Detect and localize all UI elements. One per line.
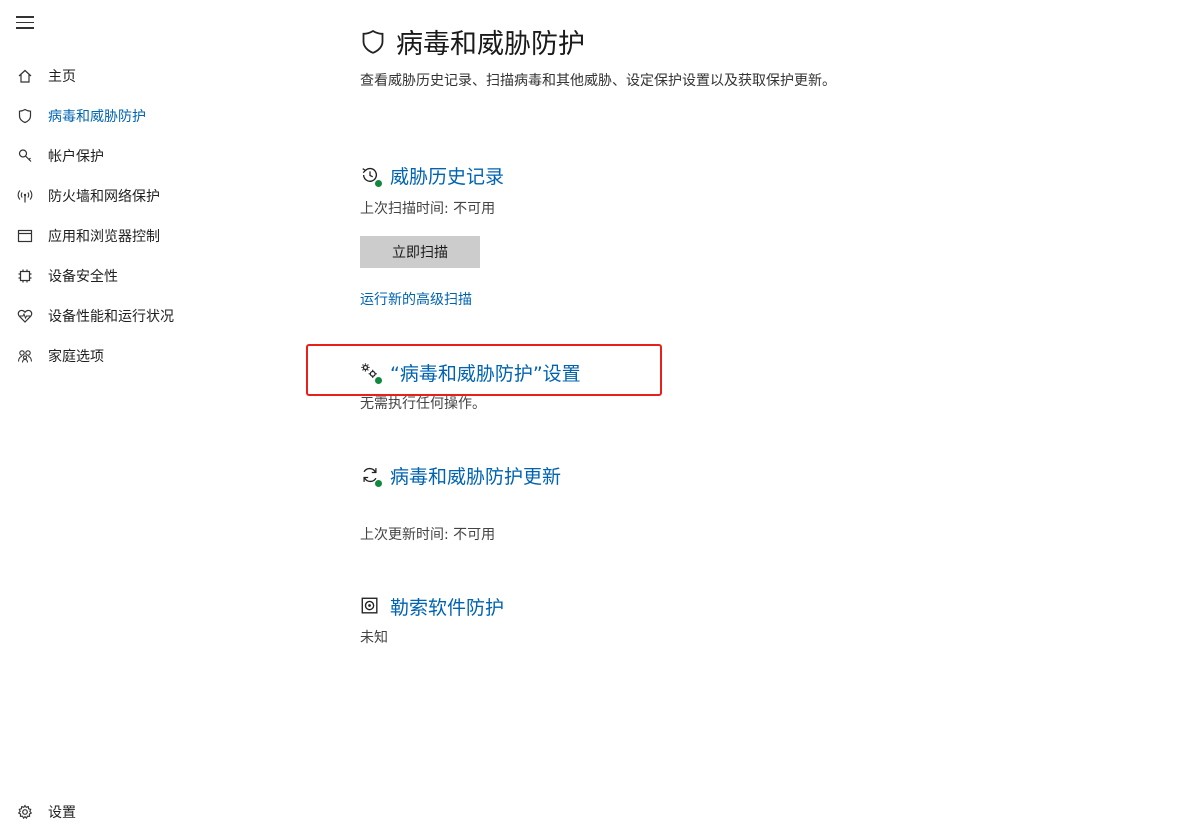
status-ok-badge xyxy=(374,478,383,488)
sidebar-item-firewall[interactable]: 防火墙和网络保护 xyxy=(0,176,300,216)
sidebar-item-app-browser-control[interactable]: 应用和浏览器控制 xyxy=(0,216,300,256)
sidebar-item-label: 病毒和威胁防护 xyxy=(48,109,146,125)
sidebar-item-home[interactable]: 主页 xyxy=(0,56,300,96)
sidebar-item-virus-protection[interactable]: 病毒和威胁防护 xyxy=(0,96,300,136)
advanced-scan-link[interactable]: 运行新的高级扫描 xyxy=(360,289,472,309)
refresh-icon xyxy=(360,465,383,488)
ransomware-vault-icon xyxy=(360,596,382,618)
protection-settings-header: “病毒和威胁防护”设置 xyxy=(360,359,581,386)
sidebar: 主页 病毒和威胁防护 帐户保护 防火墙和网络保护 应用和浏览器控制 设备安全性 … xyxy=(0,0,300,840)
sidebar-item-settings[interactable]: 设置 xyxy=(0,792,76,832)
sidebar-item-label: 应用和浏览器控制 xyxy=(48,229,160,245)
sidebar-item-label: 家庭选项 xyxy=(48,349,104,365)
sidebar-item-label: 帐户保护 xyxy=(48,149,104,165)
page-description: 查看威胁历史记录、扫描病毒和其他威胁、设定保护设置以及获取保护更新。 xyxy=(360,73,836,89)
threat-history-header: 威胁历史记录 xyxy=(360,162,504,189)
sidebar-item-label: 防火墙和网络保护 xyxy=(48,189,160,205)
protection-settings-link[interactable]: “病毒和威胁防护”设置 xyxy=(390,359,581,386)
quick-scan-button[interactable]: 立即扫描 xyxy=(360,236,480,268)
shield-icon xyxy=(16,107,34,125)
wifi-antenna-icon xyxy=(16,187,34,205)
last-scan-text: 上次扫描时间: 不可用 xyxy=(360,201,496,217)
chip-icon xyxy=(16,267,34,285)
home-icon xyxy=(16,67,34,85)
protection-updates-link[interactable]: 病毒和威胁防护更新 xyxy=(390,462,561,489)
family-icon xyxy=(16,347,34,365)
threat-history-link[interactable]: 威胁历史记录 xyxy=(390,162,504,189)
shield-icon xyxy=(362,29,384,54)
sidebar-nav: 主页 病毒和威胁防护 帐户保护 防火墙和网络保护 应用和浏览器控制 设备安全性 … xyxy=(0,56,300,376)
history-clock-icon xyxy=(360,165,383,188)
sidebar-item-account-protection[interactable]: 帐户保护 xyxy=(0,136,300,176)
browser-window-icon xyxy=(16,227,34,245)
protection-updates-header: 病毒和威胁防护更新 xyxy=(360,462,561,489)
sidebar-item-label: 设备性能和运行状况 xyxy=(48,309,174,325)
gears-icon xyxy=(360,362,383,385)
sidebar-item-family-options[interactable]: 家庭选项 xyxy=(0,336,300,376)
status-ok-badge xyxy=(374,375,383,385)
gear-icon xyxy=(16,803,34,821)
sidebar-item-label: 设备安全性 xyxy=(48,269,118,285)
page-header: 病毒和威胁防护 xyxy=(360,22,585,61)
settings-status-text: 无需执行任何操作。 xyxy=(360,396,486,412)
ransomware-status-text: 未知 xyxy=(360,630,388,646)
page-title: 病毒和威胁防护 xyxy=(396,29,585,60)
ransomware-header: 勒索软件防护 xyxy=(360,593,504,620)
sidebar-item-device-security[interactable]: 设备安全性 xyxy=(0,256,300,296)
sidebar-item-label: 设置 xyxy=(48,805,76,821)
sidebar-item-device-health[interactable]: 设备性能和运行状况 xyxy=(0,296,300,336)
person-key-icon xyxy=(16,147,34,165)
hamburger-menu-icon[interactable] xyxy=(16,16,34,32)
ransomware-link[interactable]: 勒索软件防护 xyxy=(390,593,504,620)
sidebar-item-label: 主页 xyxy=(48,69,76,85)
heart-pulse-icon xyxy=(16,307,34,325)
status-ok-badge xyxy=(374,178,383,188)
last-update-text: 上次更新时间: 不可用 xyxy=(360,527,496,543)
